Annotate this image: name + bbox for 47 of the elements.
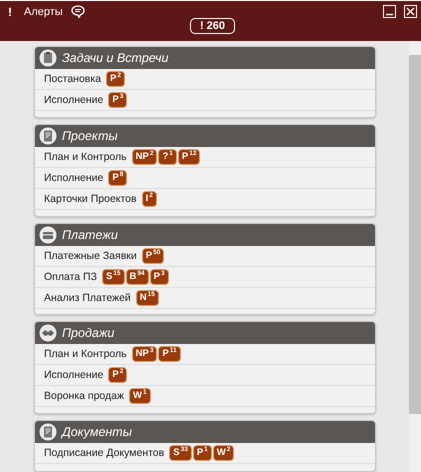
document-icon bbox=[39, 127, 57, 146]
document-icon bbox=[39, 422, 57, 441]
alert-link[interactable]: Подписание Документов bbox=[44, 446, 164, 459]
alert-link[interactable]: План и Контроль bbox=[44, 151, 127, 164]
section-title: Документы bbox=[62, 424, 132, 439]
count-badge[interactable]: S$^{15}$ bbox=[102, 270, 124, 284]
count-badge[interactable]: N$^{15}$ bbox=[136, 290, 158, 305]
alert-link[interactable]: Исполнение bbox=[44, 172, 104, 184]
alert-link[interactable]: Исполнение bbox=[44, 94, 104, 106]
alert-link[interactable]: Постановка bbox=[44, 73, 102, 85]
count-badge[interactable]: P$^{50}$ bbox=[142, 248, 164, 263]
total-alerts-badge[interactable]: ! 260 bbox=[190, 18, 236, 34]
count-badge[interactable]: W$^{1}$ bbox=[130, 389, 150, 404]
count-badge[interactable]: P$^{12}$ bbox=[178, 150, 200, 164]
count-badge[interactable]: P$^{2}$ bbox=[107, 72, 124, 86]
minimize-icon[interactable] bbox=[383, 5, 396, 18]
alert-link[interactable]: Анализ Платежей bbox=[44, 292, 131, 304]
clipboard-icon bbox=[39, 49, 57, 67]
card-icon bbox=[39, 226, 57, 244]
alert-link[interactable]: Исполнение bbox=[44, 369, 104, 382]
count-badge[interactable]: W$^{2}$ bbox=[214, 446, 234, 460]
alert-link[interactable]: Карточки Проектов bbox=[44, 193, 137, 206]
section-title: Продажи bbox=[62, 326, 114, 340]
count-badge[interactable]: NP$^{2}$ bbox=[132, 150, 156, 164]
count-badge[interactable]: P$^{11}$ bbox=[159, 347, 180, 362]
section-title: Задачи и Встречи bbox=[62, 51, 168, 65]
window-title: Алерты bbox=[24, 6, 63, 18]
count-badge[interactable]: B$^{94}$ bbox=[126, 270, 148, 284]
count-badge[interactable]: S$^{33}$ bbox=[170, 446, 191, 460]
alert-mark: ! bbox=[8, 4, 12, 18]
count-badge[interactable]: ?$^{1}$ bbox=[159, 150, 176, 164]
close-icon[interactable] bbox=[404, 5, 417, 18]
count-badge[interactable]: P$^{3}$ bbox=[109, 93, 126, 107]
count-badge[interactable]: P$^{1}$ bbox=[194, 446, 211, 460]
count-badge[interactable]: P$^{2}$ bbox=[109, 368, 126, 382]
scrollbar[interactable] bbox=[409, 41, 421, 472]
alert-link[interactable]: План и Контроль bbox=[44, 348, 127, 360]
count-badge[interactable]: NP$^{3}$ bbox=[132, 347, 156, 362]
count-badge[interactable]: I$^{2}$ bbox=[142, 192, 156, 206]
alert-link[interactable]: Оплата ПЗ bbox=[44, 270, 97, 283]
chat-icon[interactable] bbox=[70, 5, 85, 18]
section-title: Проекты bbox=[62, 129, 118, 144]
alert-link[interactable]: Воронка продаж bbox=[44, 390, 124, 402]
count-badge[interactable]: P$^{8}$ bbox=[109, 171, 126, 186]
count-badge[interactable]: P$^{3}$ bbox=[150, 270, 168, 284]
alert-link[interactable]: Платежные Заявки bbox=[44, 250, 137, 262]
section-title: Платежи bbox=[62, 228, 118, 242]
